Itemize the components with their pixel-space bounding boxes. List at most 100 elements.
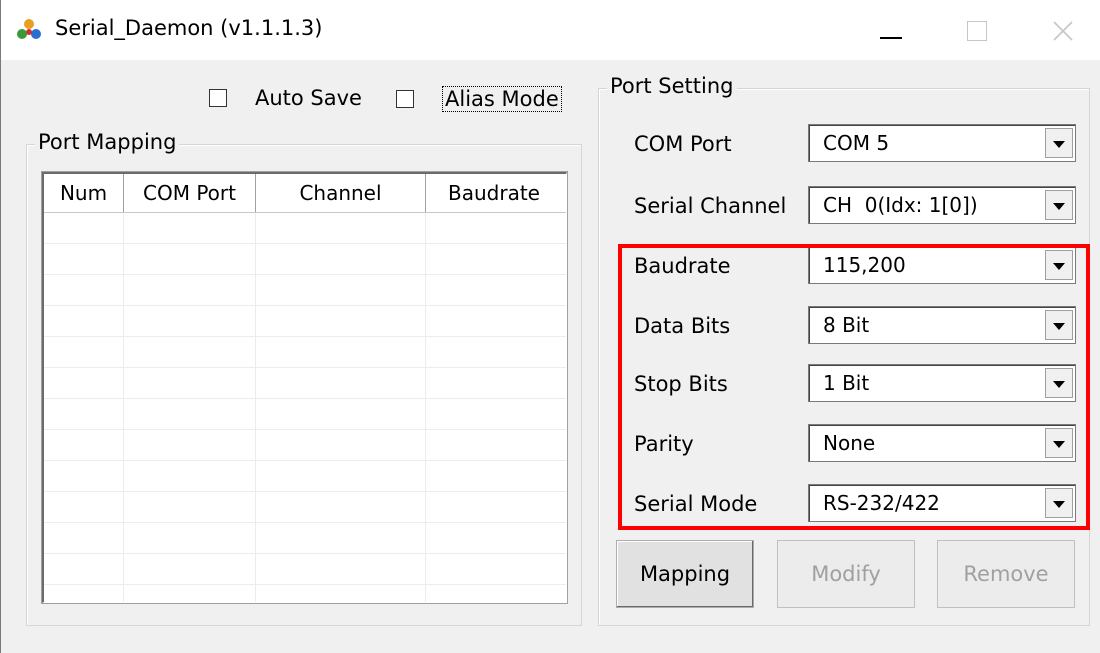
table-cell [256, 213, 426, 243]
app-icon [17, 19, 41, 39]
table-cell [44, 213, 124, 243]
table-cell [426, 306, 562, 336]
maximize-icon [967, 21, 987, 41]
table-cell [426, 585, 562, 602]
port-mapping-list[interactable]: Num COM Port Channel Baudrate [42, 172, 567, 603]
minimize-icon [880, 37, 902, 39]
table-cell [426, 461, 562, 491]
table-cell [256, 275, 426, 305]
table-cell [426, 244, 562, 274]
com-port-value: COM 5 [823, 131, 890, 155]
list-header: Num COM Port Channel Baudrate [44, 174, 566, 213]
table-cell [124, 275, 256, 305]
table-cell [124, 523, 256, 553]
table-cell [44, 244, 124, 274]
table-cell [124, 399, 256, 429]
table-cell [256, 523, 426, 553]
com-port-label: COM Port [634, 132, 732, 156]
modify-button[interactable]: Modify [777, 540, 915, 608]
table-row[interactable] [44, 430, 566, 461]
table-cell [124, 492, 256, 522]
serial-channel-label: Serial Channel [634, 194, 787, 218]
checkbox-icon [396, 90, 414, 108]
table-cell [426, 399, 562, 429]
table-cell [44, 461, 124, 491]
table-row[interactable] [44, 275, 566, 306]
dropdown-arrow-icon[interactable] [1045, 190, 1073, 220]
table-cell [256, 337, 426, 367]
table-cell [256, 244, 426, 274]
table-cell [426, 554, 562, 584]
table-cell [44, 554, 124, 584]
column-header-com-port[interactable]: COM Port [124, 174, 256, 212]
table-cell [124, 368, 256, 398]
table-cell [44, 523, 124, 553]
client-area: Auto Save Alias Mode Port Mapping Num CO… [2, 60, 1100, 653]
column-header-channel[interactable]: Channel [256, 174, 426, 212]
port-setting-title: Port Setting [607, 74, 737, 98]
table-cell [44, 585, 124, 602]
app-window: Serial_Daemon (v1.1.1.3) Auto Save Alias… [0, 0, 1100, 653]
table-row[interactable] [44, 492, 566, 523]
column-header-num[interactable]: Num [44, 174, 124, 212]
table-cell [44, 275, 124, 305]
table-row[interactable] [44, 461, 566, 492]
table-cell [44, 430, 124, 460]
table-cell [426, 492, 562, 522]
table-cell [256, 306, 426, 336]
table-cell [44, 306, 124, 336]
table-cell [124, 244, 256, 274]
table-row[interactable] [44, 554, 566, 585]
table-cell [256, 492, 426, 522]
com-port-dropdown[interactable]: COM 5 [808, 124, 1076, 162]
table-cell [256, 585, 426, 602]
column-header-baudrate[interactable]: Baudrate [426, 174, 562, 212]
remove-button[interactable]: Remove [937, 540, 1075, 608]
table-cell [256, 461, 426, 491]
table-cell [124, 306, 256, 336]
table-cell [426, 430, 562, 460]
close-icon [1053, 21, 1073, 41]
table-cell [426, 337, 562, 367]
table-cell [124, 337, 256, 367]
minimize-button[interactable] [855, 6, 927, 56]
table-cell [426, 213, 562, 243]
dropdown-arrow-icon[interactable] [1045, 128, 1073, 158]
table-cell [256, 368, 426, 398]
mapping-button[interactable]: Mapping [616, 540, 754, 608]
table-row[interactable] [44, 337, 566, 368]
auto-save-checkbox[interactable]: Auto Save [209, 86, 362, 110]
table-cell [124, 554, 256, 584]
table-cell [426, 523, 562, 553]
table-row[interactable] [44, 585, 566, 602]
serial-channel-value: CH 0(Idx: 1[0]) [823, 193, 978, 217]
table-cell [256, 430, 426, 460]
window-title: Serial_Daemon (v1.1.1.3) [55, 16, 323, 40]
table-cell [256, 399, 426, 429]
table-cell [124, 430, 256, 460]
table-row[interactable] [44, 244, 566, 275]
table-row[interactable] [44, 213, 566, 244]
alias-mode-checkbox[interactable]: Alias Mode [396, 86, 562, 112]
table-cell [124, 213, 256, 243]
table-cell [124, 585, 256, 602]
table-row[interactable] [44, 306, 566, 337]
table-row[interactable] [44, 368, 566, 399]
table-row[interactable] [44, 523, 566, 554]
table-cell [44, 337, 124, 367]
table-cell [426, 368, 562, 398]
table-cell [124, 461, 256, 491]
table-row[interactable] [44, 399, 566, 430]
port-mapping-title: Port Mapping [35, 130, 180, 154]
serial-channel-dropdown[interactable]: CH 0(Idx: 1[0]) [808, 186, 1076, 224]
checkbox-icon [209, 89, 227, 107]
table-cell [44, 368, 124, 398]
close-button[interactable] [1027, 6, 1099, 56]
title-bar[interactable]: Serial_Daemon (v1.1.1.3) [1, 0, 1100, 60]
auto-save-label: Auto Save [255, 86, 362, 110]
maximize-button[interactable] [941, 6, 1013, 56]
table-cell [426, 275, 562, 305]
table-cell [44, 492, 124, 522]
table-cell [44, 399, 124, 429]
alias-mode-label: Alias Mode [442, 86, 562, 112]
